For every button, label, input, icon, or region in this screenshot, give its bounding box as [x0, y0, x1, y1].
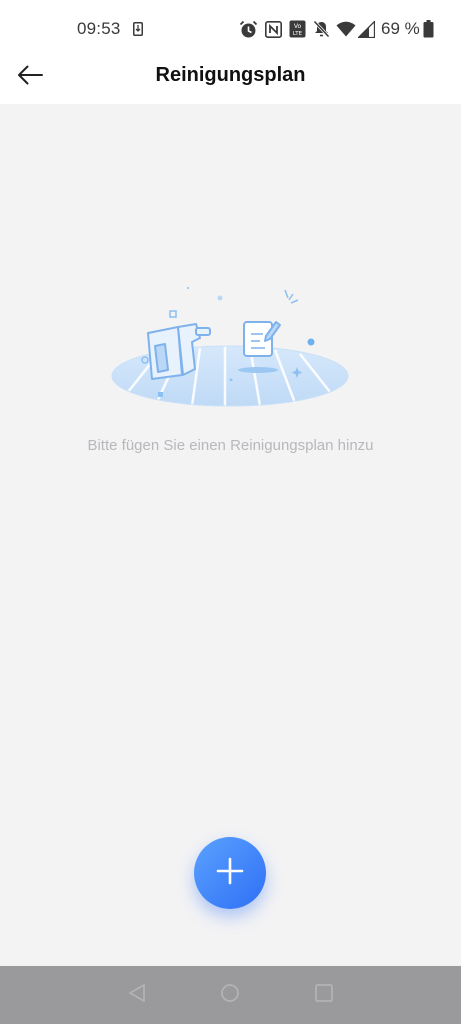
- battery-percentage: 69 %: [381, 19, 420, 38]
- download-icon: [132, 19, 144, 39]
- status-time: 09:53: [77, 19, 121, 38]
- nav-home-icon: [220, 983, 240, 1008]
- svg-text:LTE: LTE: [292, 31, 302, 37]
- page-title: Reinigungsplan: [155, 64, 306, 86]
- add-plan-button[interactable]: [194, 837, 266, 909]
- empty-state-message: Bitte fügen Sie einen Reinigungsplan hin…: [87, 437, 374, 454]
- vacuum-and-note-illustration: [100, 286, 360, 416]
- nav-back-icon: [127, 983, 147, 1008]
- status-bar: 09:53 Vo LTE 69 %: [0, 0, 461, 58]
- svg-text:Vo: Vo: [293, 23, 301, 30]
- system-nav-bar: [0, 966, 461, 1024]
- main-content: Bitte fügen Sie einen Reinigungsplan hin…: [0, 104, 461, 966]
- app-bar: Reinigungsplan: [0, 58, 461, 104]
- nfc-icon: [264, 19, 282, 39]
- nav-home-button[interactable]: [218, 983, 242, 1007]
- nav-recents-icon: [314, 983, 334, 1008]
- plus-icon: [216, 857, 244, 890]
- nav-recents-button[interactable]: [312, 983, 336, 1007]
- signal-icon: [357, 19, 375, 39]
- wifi-icon: [336, 19, 356, 39]
- battery-icon: [422, 19, 434, 39]
- nav-back-button[interactable]: [125, 983, 149, 1007]
- mute-icon: [312, 19, 330, 39]
- volte-icon: Vo LTE: [288, 19, 306, 39]
- alarm-icon: [238, 19, 258, 39]
